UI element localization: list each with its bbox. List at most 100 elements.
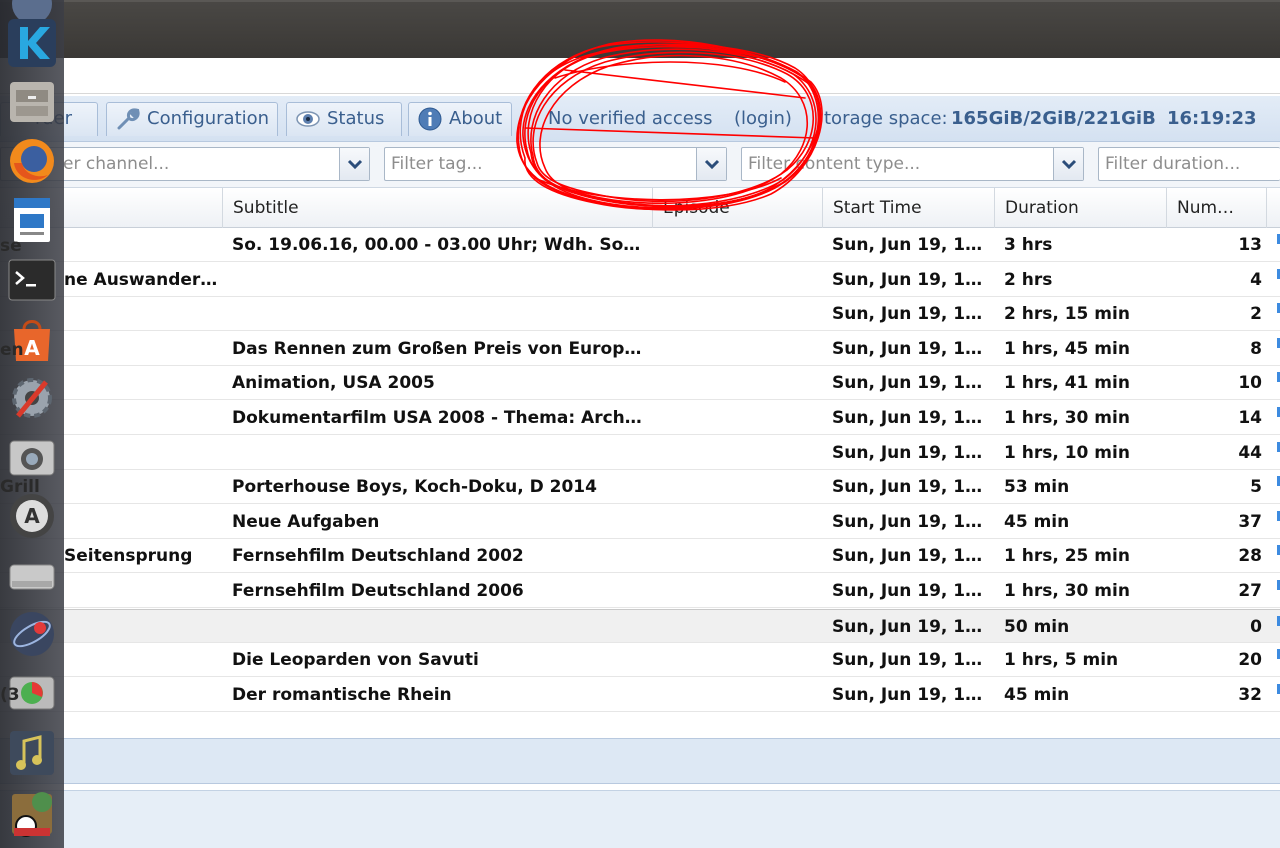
row-start-time-cell: Sun, Jun 19, 1…	[832, 546, 983, 567]
settings-icon[interactable]	[6, 372, 58, 424]
row-num-cell: 28	[1238, 546, 1262, 567]
table-row[interactable]: Porterhouse Boys, Koch-Doku, D 2014 Sun, …	[0, 470, 1280, 505]
row-subtitle-cell: Der romantische Rhein	[232, 684, 452, 705]
column-subtitle[interactable]: Subtitle	[222, 188, 652, 228]
table-row[interactable]: Neue Aufgaben Sun, Jun 19, 1… 45 min 37	[0, 504, 1280, 539]
launcher-peek-text: se	[0, 236, 22, 256]
row-subtitle-cell: Porterhouse Boys, Koch-Doku, D 2014	[232, 477, 597, 498]
row-num-cell: 20	[1238, 650, 1262, 671]
table-row[interactable]: Der romantische Rhein Sun, Jun 19, 1… 45 m…	[0, 677, 1280, 712]
row-duration-cell: 53 min	[1004, 477, 1070, 498]
footer-panel	[0, 790, 1280, 848]
tag-filter[interactable]: Filter tag...	[384, 147, 727, 181]
tab-status[interactable]: Status	[286, 102, 402, 136]
table-row[interactable]: Die Leoparden von Savuti Sun, Jun 19, 1… 1…	[0, 643, 1280, 678]
row-start-time-cell: Sun, Jun 19, 1…	[832, 408, 983, 428]
firefox-icon[interactable]	[6, 135, 58, 187]
row-num-cell: 4	[1250, 269, 1262, 290]
table-row[interactable]: Dokumentarfilm USA 2008 - Thema: Archä… S…	[0, 401, 1280, 435]
storage-label: torage space:	[824, 108, 948, 129]
address-area	[0, 58, 1280, 94]
music-icon[interactable]	[6, 727, 58, 779]
file-manager-icon[interactable]	[6, 76, 58, 128]
chevron-down-icon[interactable]	[696, 148, 726, 180]
table-row[interactable]: Seitensprung Fernsehfilm Deutschland 2002…	[0, 539, 1280, 574]
row-duration-cell: 2 hrs	[1004, 269, 1053, 290]
row-num-cell: 10	[1238, 373, 1262, 394]
table-row[interactable]: Fernsehfilm Deutschland 2006 Sun, Jun 19,…	[0, 574, 1280, 608]
row-num-cell: 37	[1238, 511, 1262, 532]
row-subtitle-cell: So. 19.06.16, 00.00 - 03.00 Uhr; Wdh. So…	[232, 235, 642, 255]
row-num-cell: 8	[1250, 338, 1262, 359]
row-subtitle-cell: Dokumentarfilm USA 2008 - Thema: Archä…	[232, 408, 642, 428]
row-title-cell	[64, 643, 220, 677]
duration-filter[interactable]: Filter duration...	[1098, 147, 1280, 181]
row-title-cell	[64, 228, 220, 262]
table-row[interactable]: Sun, Jun 19, 1… 1 hrs, 10 min 44	[0, 435, 1280, 470]
row-num-cell: 5	[1250, 477, 1262, 498]
kodi-icon[interactable]	[6, 17, 58, 69]
row-start-time-cell: Sun, Jun 19, 1…	[832, 442, 983, 463]
row-duration-cell: 1 hrs, 10 min	[1004, 442, 1130, 463]
row-duration-cell: 45 min	[1004, 511, 1070, 532]
row-start-time-cell: Sun, Jun 19, 1…	[832, 338, 983, 359]
column-duration[interactable]: Duration	[994, 188, 1166, 228]
camera-icon[interactable]	[6, 431, 58, 483]
column-num[interactable]: Num…	[1166, 188, 1266, 228]
chevron-down-icon[interactable]	[1053, 148, 1083, 180]
row-num-cell: 27	[1238, 581, 1262, 601]
storage-value: 165GiB/2GiB/221GiB	[951, 108, 1156, 129]
row-title-cell	[64, 505, 220, 539]
table-row[interactable]: Sun, Jun 19, 1… 2 hrs, 15 min 2	[0, 297, 1280, 332]
launcher-peek-text: Grill	[0, 477, 40, 497]
terminal-icon[interactable]	[6, 254, 58, 306]
row-title-cell	[64, 678, 220, 712]
duration-filter-placeholder: Filter duration...	[1105, 154, 1241, 174]
row-subtitle-cell: Das Rennen zum Großen Preis von Europ…	[232, 338, 642, 359]
row-num-cell: 32	[1238, 684, 1262, 705]
archive-icon[interactable]	[6, 786, 58, 838]
eye-icon	[295, 106, 321, 132]
content-type-filter[interactable]: Filter content type...	[741, 147, 1084, 181]
row-subtitle-cell	[232, 297, 642, 331]
filter-bar: er channel... Filter tag... Filter conte…	[0, 142, 1280, 188]
access-status-text: No verified access	[548, 108, 713, 129]
drive-icon[interactable]	[6, 549, 58, 601]
row-start-time-cell: Sun, Jun 19, 1…	[832, 581, 983, 601]
clock: 16:19:23	[1167, 108, 1257, 129]
row-start-time-cell: Sun, Jun 19, 1…	[832, 616, 983, 637]
tab-configuration[interactable]: Configuration	[106, 102, 278, 136]
table-row[interactable]: Sun, Jun 19, 1… 50 min 0	[0, 608, 1280, 644]
row-duration-cell: 1 hrs, 30 min	[1004, 408, 1130, 428]
details-panel	[0, 738, 1280, 784]
column-start-time[interactable]: Start Time	[822, 188, 994, 228]
updater-icon[interactable]: A	[6, 490, 58, 542]
row-num-cell: 13	[1238, 235, 1262, 255]
orbit-icon[interactable]	[6, 608, 58, 660]
row-start-time-cell: Sun, Jun 19, 1…	[832, 684, 983, 705]
chevron-down-icon[interactable]	[339, 148, 369, 180]
svg-text:A: A	[24, 336, 40, 360]
row-start-time-cell: Sun, Jun 19, 1…	[832, 477, 983, 498]
row-title-cell	[64, 401, 220, 435]
login-link[interactable]: (login)	[734, 108, 792, 129]
tag-filter-placeholder: Filter tag...	[391, 154, 483, 174]
table-row[interactable]: Das Rennen zum Großen Preis von Europ… Su…	[0, 331, 1280, 366]
tab-about[interactable]: About	[408, 102, 512, 136]
row-start-time-cell: Sun, Jun 19, 1…	[832, 235, 983, 255]
row-title-cell	[64, 574, 220, 608]
row-subtitle-cell: Fernsehfilm Deutschland 2006	[232, 581, 524, 601]
table-row[interactable]: Animation, USA 2005 Sun, Jun 19, 1… 1 hrs,…	[0, 366, 1280, 401]
row-title-cell	[64, 470, 220, 504]
column-more[interactable]	[1266, 188, 1280, 228]
row-subtitle-cell	[232, 263, 642, 297]
row-duration-cell: 1 hrs, 25 min	[1004, 546, 1130, 567]
row-start-time-cell: Sun, Jun 19, 1…	[832, 373, 983, 394]
table-row[interactable]: So. 19.06.16, 00.00 - 03.00 Uhr; Wdh. So…	[0, 228, 1280, 262]
row-title-cell	[64, 436, 220, 470]
row-subtitle-cell	[232, 610, 642, 644]
tab-about-label: About	[449, 108, 503, 129]
nav-bar: rder Configuration Status About No verif…	[0, 96, 1280, 142]
column-episode[interactable]: Episode	[652, 188, 822, 228]
table-row[interactable]: ne Auswanderer Sun, Jun 19, 1… 2 hrs 4	[0, 262, 1280, 297]
